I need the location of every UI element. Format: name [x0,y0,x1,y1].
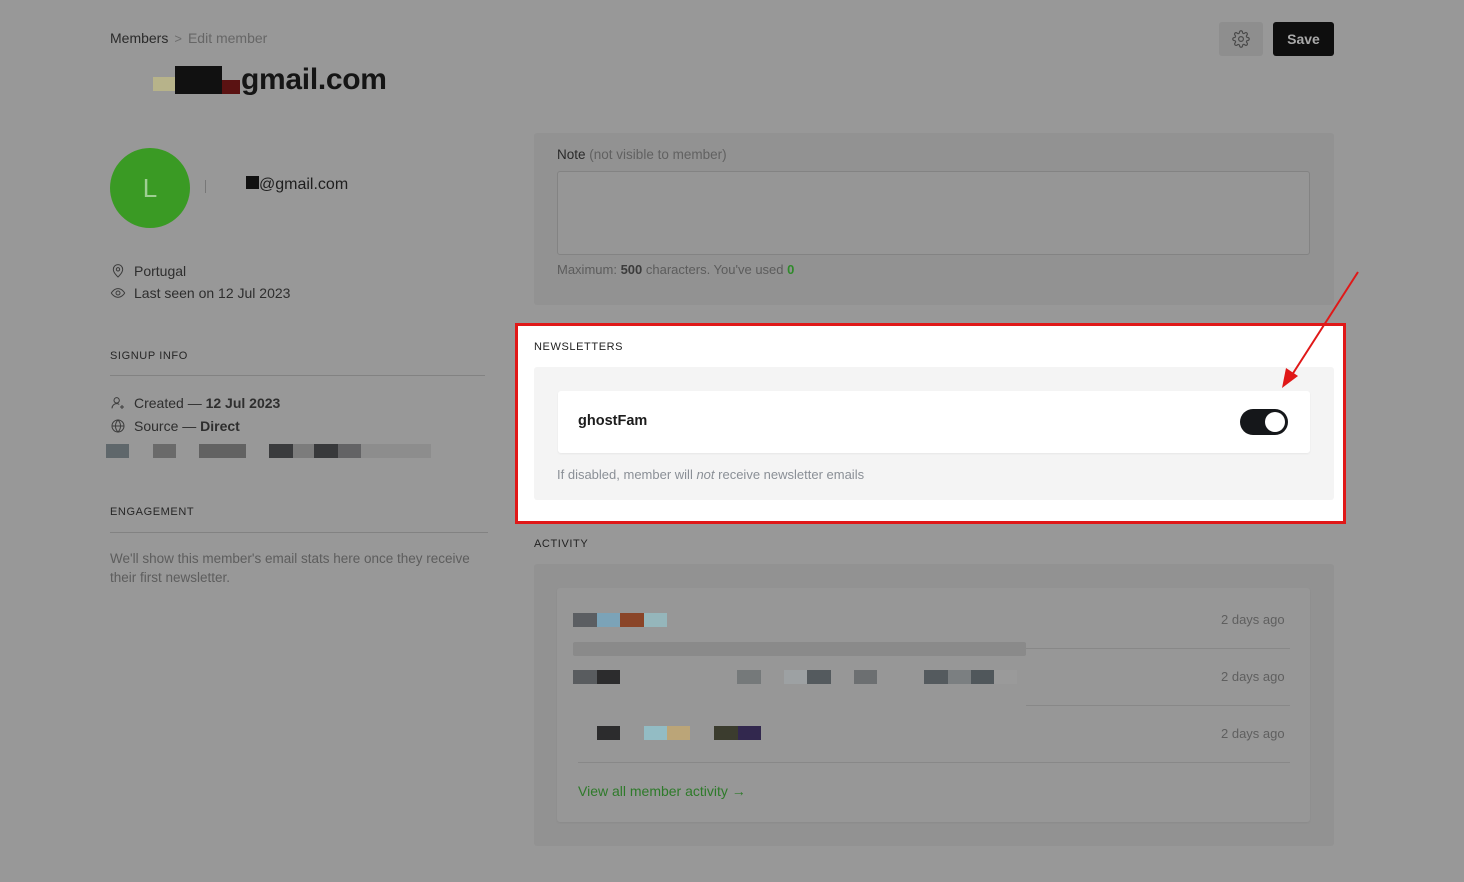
newsletters-hint: If disabled, member will not receive new… [557,467,864,482]
activity-divider [1026,648,1290,649]
note-textarea[interactable] [557,171,1310,255]
member-email-text: @gmail.com [259,176,349,193]
activity-time: 2 days ago [1221,726,1285,741]
member-settings-button[interactable] [1219,22,1263,56]
redaction-block [597,670,620,684]
member-location: Portugal [110,263,186,279]
redaction-block [222,80,240,94]
note-label-text: Note [557,147,586,162]
view-all-activity-link[interactable]: View all member activity → [578,783,746,799]
redaction-block [714,726,738,740]
note-help-middle: characters. You've used [642,262,788,277]
note-max-chars: 500 [620,262,643,277]
note-label-hint: (not visible to member) [589,147,727,162]
redaction-block [597,726,620,740]
activity-divider [1026,705,1290,706]
redaction-block [667,726,690,740]
redaction-block [737,670,761,684]
redaction-block [175,66,222,94]
note-used-chars: 0 [787,262,795,277]
gear-icon [1232,30,1250,48]
redaction-block [573,642,1026,656]
redaction-block [573,613,597,627]
signup-info-divider [110,375,485,376]
breadcrumb-members-link[interactable]: Members [110,30,168,46]
newsletters-heading: NEWSLETTERS [534,341,624,353]
note-label: Note (not visible to member) [557,147,727,162]
redaction-block [738,726,761,740]
engagement-divider [110,532,488,533]
member-last-seen: Last seen on 12 Jul 2023 [110,285,290,301]
source-value: Direct [200,418,240,434]
signup-source: Source — Direct [110,418,240,434]
hint-before: If disabled, member will [557,467,697,482]
page-title-text: gmail.com [241,63,387,96]
redaction-block [807,670,831,684]
redaction-block [597,613,620,627]
redaction-block [994,670,1017,684]
annotation-arrow-icon [1282,271,1359,388]
redaction-block [971,670,994,684]
signup-info-heading: SIGNUP INFO [110,350,188,362]
redaction-block [784,670,807,684]
redacted-signup-detail [106,444,431,458]
hint-after: receive newsletter emails [714,467,865,482]
activity-heading: ACTIVITY [534,538,589,550]
breadcrumb-current: Edit member [187,30,268,46]
last-seen-text: Last seen on 12 Jul 2023 [134,285,291,301]
globe-icon [111,419,125,433]
name-placeholder-cursor [205,180,206,193]
activity-divider [578,762,1290,763]
breadcrumb-separator: > [174,30,182,46]
engagement-empty-text: We'll show this member's email stats her… [110,551,470,585]
hint-emphasis: not [696,467,715,482]
avatar: L [110,148,190,228]
save-button[interactable]: Save [1273,22,1334,56]
redaction-block [948,670,971,684]
newsletter-name: ghostFam [578,413,648,429]
redaction-block [573,670,597,684]
toggle-knob [1265,412,1285,432]
engagement-heading: ENGAGEMENT [110,506,195,518]
location-text: Portugal [134,263,187,279]
user-add-icon [111,397,124,409]
redaction-block [644,613,667,627]
redaction-block [644,726,667,740]
redaction-block [246,175,259,189]
signup-created: Created — 12 Jul 2023 [110,395,280,411]
redaction-block [620,613,644,627]
member-email: @gmail.com [246,175,349,194]
eye-icon [110,288,126,298]
activity-time: 2 days ago [1221,669,1285,684]
newsletter-subscription-toggle[interactable] [1240,409,1288,435]
breadcrumb: Members > Edit member [110,30,267,46]
created-label: Created — [134,395,206,411]
redaction-block [924,670,948,684]
redaction-block [854,670,877,684]
created-value: 12 Jul 2023 [205,395,281,411]
source-label: Source — [134,418,201,434]
redaction-block [153,77,175,91]
page-title: gmail.com [153,62,387,98]
location-pin-icon [112,264,124,278]
newsletter-item [558,391,1310,453]
activity-time: 2 days ago [1221,612,1285,627]
note-character-count: Maximum: 500 characters. You've used 0 [557,262,794,277]
note-help-prefix: Maximum: [557,262,621,277]
